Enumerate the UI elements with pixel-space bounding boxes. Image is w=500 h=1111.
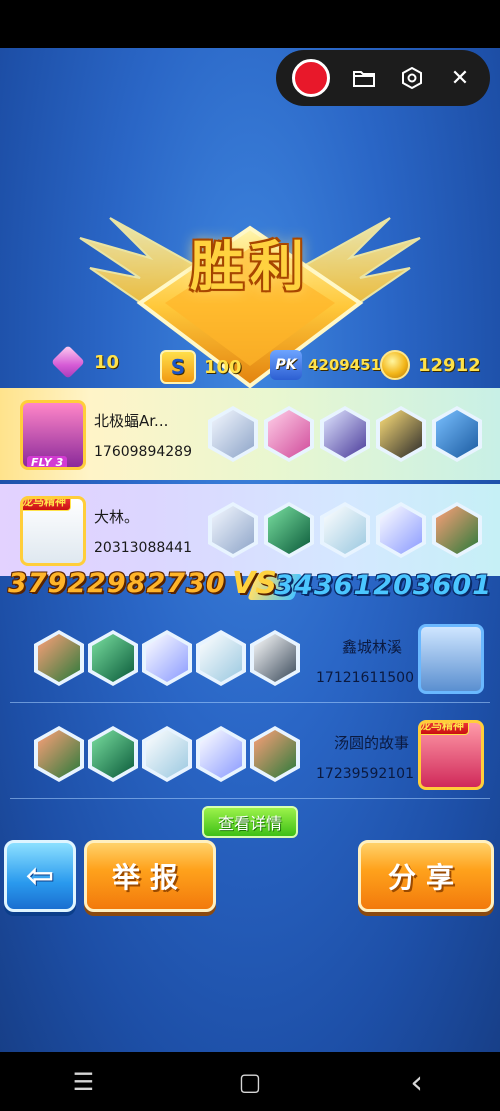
unit-slot <box>208 406 258 462</box>
status-bar <box>0 0 500 48</box>
pk-stat: PK 4209451 <box>270 350 381 380</box>
row-divider <box>10 702 490 703</box>
player-name: 鑫城林溪 <box>342 638 403 656</box>
unit-slot <box>320 502 370 558</box>
avatar[interactable]: 龙马精神 <box>418 720 484 790</box>
coin-count: 12912 <box>418 354 481 376</box>
team-a-player-2[interactable]: 龙马精神 大林。 20313088441 <box>0 484 500 576</box>
rank-point-stat: S 100 <box>160 350 242 384</box>
avatar-title-tag: 龙马精神 <box>23 499 71 511</box>
unit-slot <box>34 726 84 782</box>
screen-recorder-toolbar: ✕ <box>276 50 490 106</box>
unit-slot <box>196 630 246 686</box>
unit-slot <box>250 630 300 686</box>
unit-slot <box>376 502 426 558</box>
unit-slot <box>88 726 138 782</box>
unit-slot <box>432 502 482 558</box>
team-b-player-1[interactable]: 鑫城林溪 17121611500 <box>0 612 500 704</box>
coin-icon <box>380 350 410 380</box>
avatar[interactable]: 龙马精神 <box>20 496 86 566</box>
share-button[interactable]: 分享 <box>358 840 494 912</box>
unit-slot <box>208 502 258 558</box>
rank-s-icon: S <box>160 350 196 384</box>
gem-icon <box>51 345 85 379</box>
player-name: 汤圆的故事 <box>334 734 410 752</box>
team-b-score: 34361203601 <box>274 570 492 601</box>
row-divider <box>10 798 490 799</box>
team-a-score: 37922982730 <box>8 568 226 599</box>
unit-slot <box>88 630 138 686</box>
pk-icon: PK <box>270 350 302 380</box>
unit-slot <box>250 726 300 782</box>
victory-title: 胜利 <box>190 235 310 298</box>
fly-level-badge: FLY 3 <box>27 456 68 467</box>
pk-score: 4209451 <box>308 356 382 374</box>
score-comparison: 37922982730 VS 34361203601 <box>0 566 500 604</box>
unit-slot <box>196 726 246 782</box>
avatar-title-tag: 龙马精神 <box>421 723 469 735</box>
gem-count: 10 <box>94 351 120 373</box>
player-id: 17609894289 <box>94 444 192 460</box>
player-name: 大林。 <box>94 508 140 526</box>
gem-stat: 10 <box>51 345 120 379</box>
view-details-button[interactable]: 查看详情 <box>202 806 298 838</box>
back-arrow-icon: ⇦ <box>25 856 55 896</box>
home-nav-button[interactable]: ▢ <box>220 1068 280 1096</box>
settings-icon[interactable] <box>398 64 426 92</box>
unit-slot <box>34 630 84 686</box>
system-navigation-bar: ☰ ▢ ‹ <box>0 1052 500 1111</box>
avatar[interactable]: FLY 3 <box>20 400 86 470</box>
back-nav-button[interactable]: ‹ <box>387 1063 447 1101</box>
unit-slot <box>264 502 314 558</box>
coin-stat: 12912 <box>380 350 481 380</box>
vs-label: VS <box>232 566 277 601</box>
unit-slot <box>432 406 482 462</box>
team-a-player-1[interactable]: FLY 3 北极蝠Ar... 17609894289 <box>0 388 500 480</box>
menu-nav-button[interactable]: ☰ <box>53 1068 113 1096</box>
player-id: 20313088441 <box>94 540 192 556</box>
unit-slot <box>320 406 370 462</box>
rank-point-count: 100 <box>204 356 242 378</box>
avatar[interactable] <box>418 624 484 694</box>
unit-slot <box>142 630 192 686</box>
unit-slot <box>376 406 426 462</box>
close-icon[interactable]: ✕ <box>446 64 474 92</box>
player-id: 17239592101 <box>316 766 414 782</box>
unit-slot <box>142 726 192 782</box>
game-result-screen: 胜利 10 S 100 PK 4209451 12912 FLY 3 北极蝠Ar… <box>0 48 500 1052</box>
record-icon[interactable] <box>292 59 330 97</box>
player-id: 17121611500 <box>316 670 414 686</box>
player-name: 北极蝠Ar... <box>94 412 169 430</box>
team-b-player-2[interactable]: 汤圆的故事 17239592101 龙马精神 <box>0 708 500 800</box>
report-button[interactable]: 举报 <box>84 840 216 912</box>
unit-slot <box>264 406 314 462</box>
back-button[interactable]: ⇦ <box>4 840 76 912</box>
folder-icon[interactable] <box>350 64 378 92</box>
reward-stats: 10 S 100 PK 4209451 12912 <box>0 345 500 386</box>
